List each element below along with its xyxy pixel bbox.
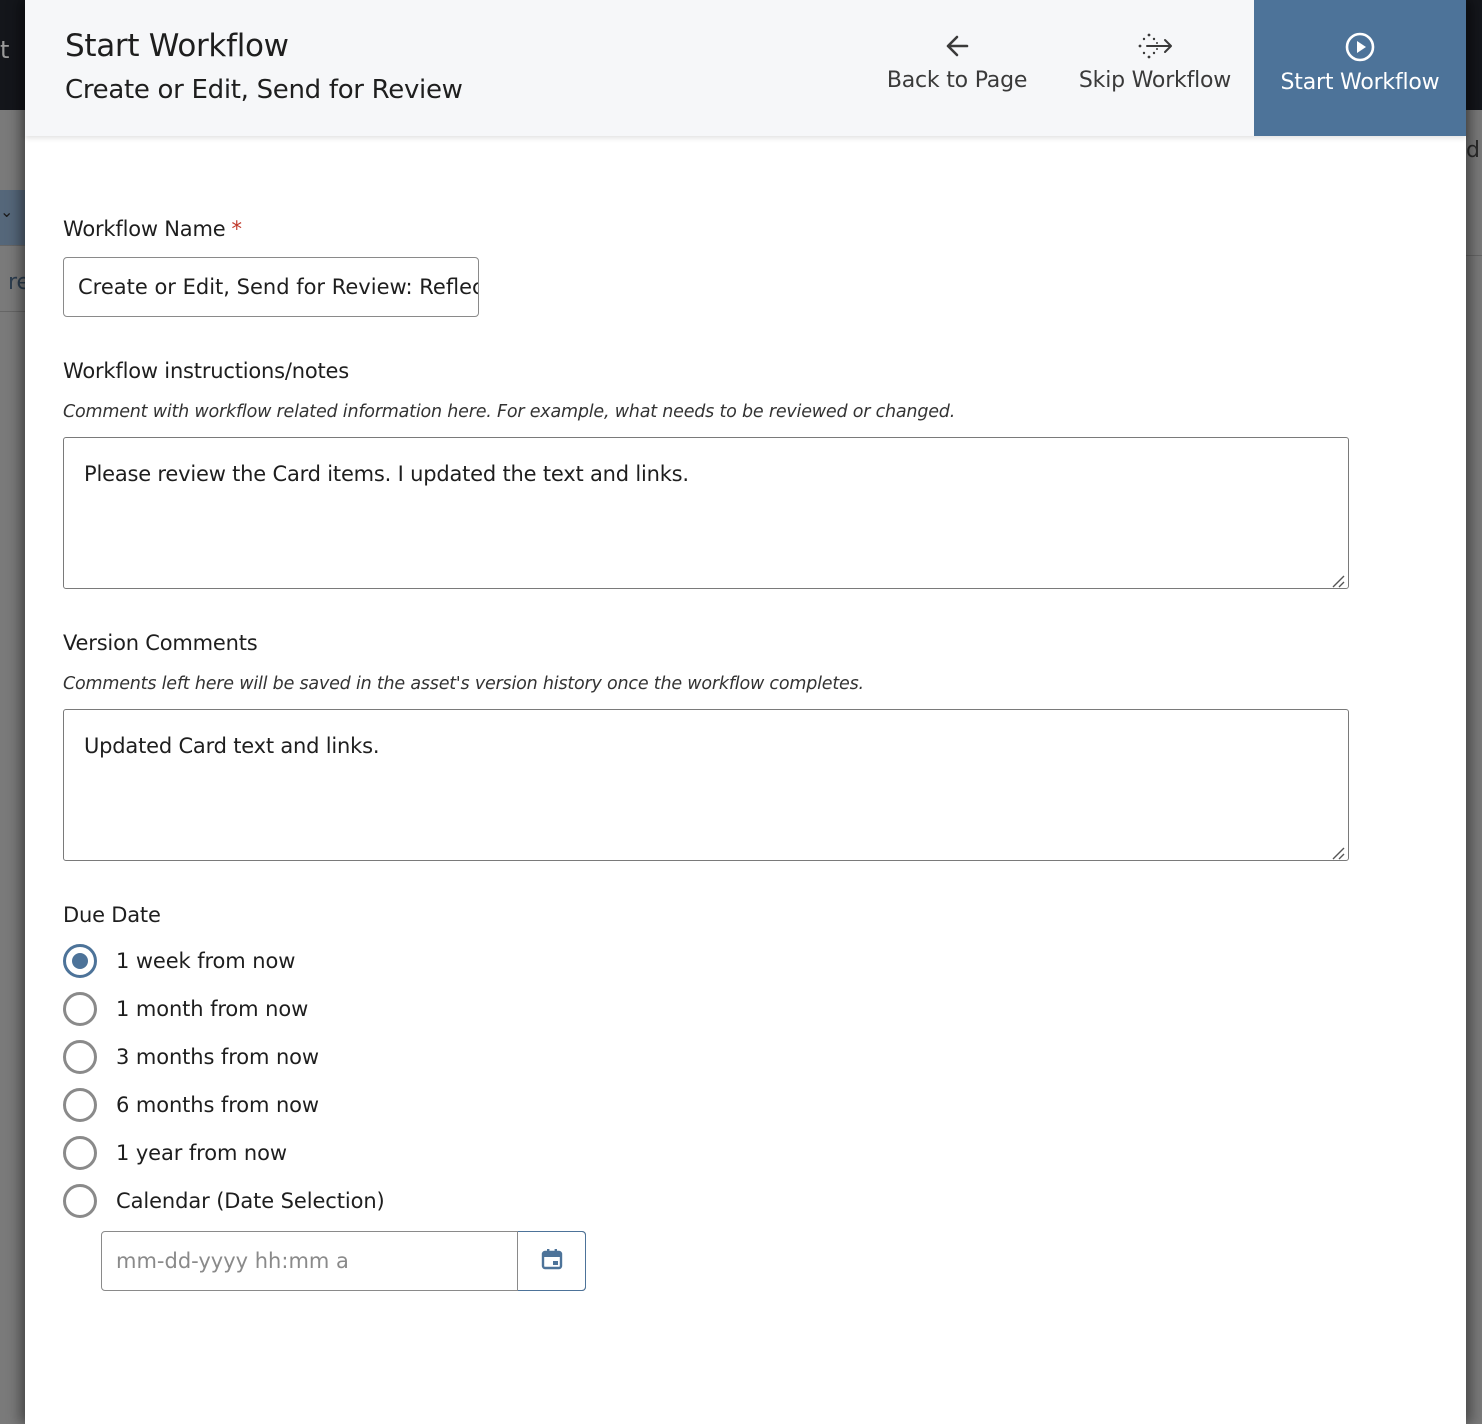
radio-button[interactable] xyxy=(63,1136,97,1170)
radio-label: 1 week from now xyxy=(116,949,296,973)
date-time-placeholder: mm-dd-yyyy hh:mm a xyxy=(116,1249,349,1273)
due-date-option-1-year[interactable]: 1 year from now xyxy=(63,1133,287,1173)
resize-handle-icon[interactable] xyxy=(1330,842,1346,860)
header-actions: Back to Page Skip Workflow Start Workflo… xyxy=(858,0,1466,136)
skip-dotted-arrow-icon xyxy=(1135,32,1175,68)
due-date-label: Due Date xyxy=(63,903,161,927)
background-text-right: dit xyxy=(1466,138,1482,163)
background-topbar-text: t xyxy=(0,36,10,64)
radio-button[interactable] xyxy=(63,1088,97,1122)
required-marker: * xyxy=(231,217,242,241)
date-time-input[interactable]: mm-dd-yyyy hh:mm a xyxy=(102,1232,518,1290)
start-workflow-modal: Start Workflow Create or Edit, Send for … xyxy=(25,0,1466,1424)
due-date-option-6-months[interactable]: 6 months from now xyxy=(63,1085,319,1125)
due-date-option-3-months[interactable]: 3 months from now xyxy=(63,1037,319,1077)
radio-button-checked[interactable] xyxy=(63,944,97,978)
date-picker: mm-dd-yyyy hh:mm a xyxy=(101,1231,586,1291)
radio-label: 3 months from now xyxy=(116,1045,319,1069)
back-to-page-button[interactable]: Back to Page xyxy=(858,0,1056,136)
due-date-option-1-month[interactable]: 1 month from now xyxy=(63,989,308,1029)
instructions-hint: Comment with workflow related informatio… xyxy=(63,402,956,422)
instructions-textarea[interactable]: Please review the Card items. I updated … xyxy=(63,437,1349,589)
workflow-name-input[interactable]: Create or Edit, Send for Review: Reflec xyxy=(63,257,479,317)
workflow-name-label: Workflow Name * xyxy=(63,217,242,241)
start-workflow-button[interactable]: Start Workflow xyxy=(1254,0,1466,136)
start-workflow-label: Start Workflow xyxy=(1280,70,1440,95)
radio-button[interactable] xyxy=(63,1184,97,1218)
radio-label: 6 months from now xyxy=(116,1093,319,1117)
workflow-name-label-text: Workflow Name xyxy=(63,217,226,241)
instructions-label: Workflow instructions/notes xyxy=(63,359,350,383)
due-date-option-1-week[interactable]: 1 week from now xyxy=(63,941,295,981)
due-date-option-calendar[interactable]: Calendar (Date Selection) xyxy=(63,1181,385,1221)
arrow-left-icon xyxy=(943,32,971,68)
background-divider xyxy=(1466,255,1482,256)
version-comments-textarea[interactable]: Updated Card text and links. xyxy=(63,709,1349,861)
radio-label: 1 year from now xyxy=(116,1141,287,1165)
back-to-page-label: Back to Page xyxy=(886,68,1028,93)
skip-workflow-button[interactable]: Skip Workflow xyxy=(1056,0,1254,136)
version-comments-label: Version Comments xyxy=(63,631,258,655)
workflow-subtitle: Create or Edit, Send for Review xyxy=(65,75,463,105)
instructions-value: Please review the Card items. I updated … xyxy=(84,462,689,486)
page-title: Start Workflow xyxy=(65,28,289,64)
radio-label: Calendar (Date Selection) xyxy=(116,1189,385,1213)
radio-button[interactable] xyxy=(63,992,97,1026)
resize-handle-icon[interactable] xyxy=(1330,570,1346,588)
modal-header: Start Workflow Create or Edit, Send for … xyxy=(25,0,1466,136)
workflow-name-value: Create or Edit, Send for Review: Reflec xyxy=(78,275,479,299)
version-comments-value: Updated Card text and links. xyxy=(84,734,380,758)
calendar-icon xyxy=(540,1247,564,1275)
version-comments-hint: Comments left here will be saved in the … xyxy=(63,674,864,694)
chevron-down-icon: ⌄ xyxy=(0,202,14,221)
radio-button[interactable] xyxy=(63,1040,97,1074)
open-calendar-button[interactable] xyxy=(518,1231,586,1291)
play-circle-icon xyxy=(1345,32,1375,70)
radio-label: 1 month from now xyxy=(116,997,309,1021)
skip-workflow-label: Skip Workflow xyxy=(1078,68,1232,93)
